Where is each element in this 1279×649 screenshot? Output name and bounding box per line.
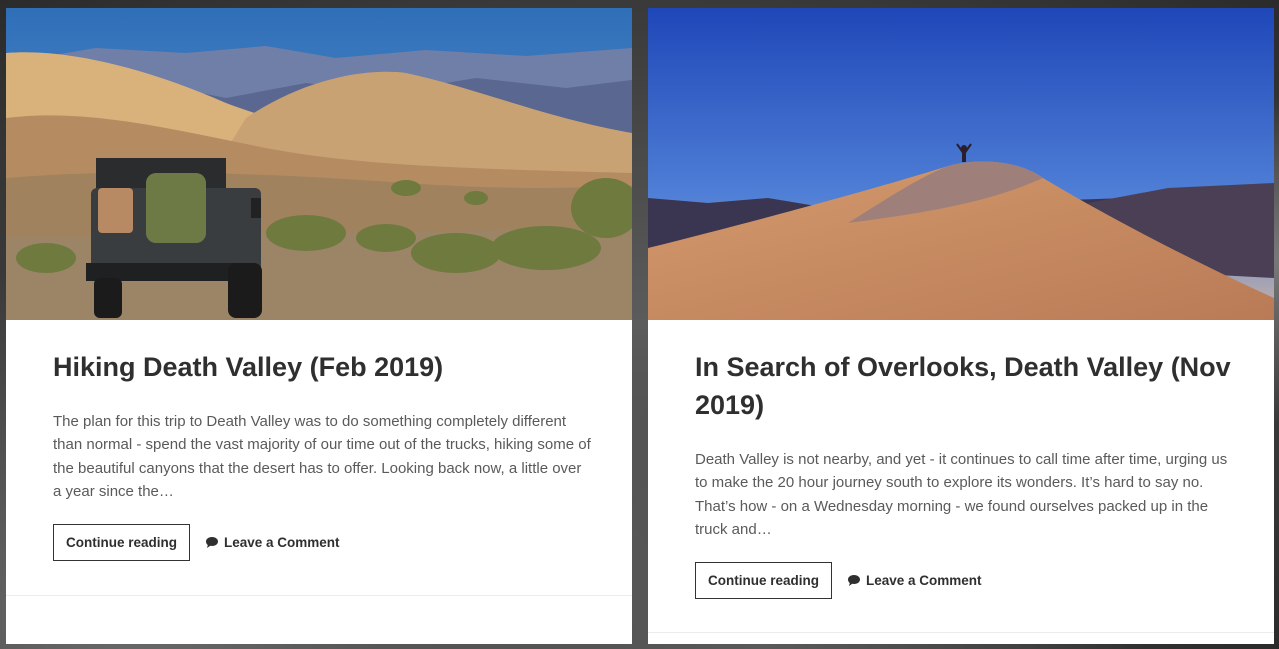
post-thumbnail-sand-dune[interactable]: [648, 8, 1274, 320]
leave-comment-link[interactable]: Leave a Comment: [205, 535, 340, 550]
post-actions: Continue reading Leave a Comment: [695, 562, 1234, 600]
speech-bubble-icon: [847, 574, 861, 587]
card-divider: [648, 632, 1274, 633]
post-thumbnail-truck-desert[interactable]: [6, 8, 632, 320]
leave-comment-link[interactable]: Leave a Comment: [847, 573, 982, 588]
post-actions: Continue reading Leave a Comment: [53, 524, 592, 562]
leave-comment-label: Leave a Comment: [866, 573, 982, 589]
continue-reading-button[interactable]: Continue reading: [53, 524, 190, 562]
post-excerpt: The plan for this trip to Death Valley w…: [53, 413, 591, 500]
post-title[interactable]: Hiking Death Valley (Feb 2019): [53, 348, 592, 386]
continue-reading-button[interactable]: Continue reading: [695, 562, 832, 600]
post-content: In Search of Overlooks, Death Valley (No…: [695, 320, 1234, 600]
post-content: Hiking Death Valley (Feb 2019) The plan …: [53, 320, 592, 562]
post-excerpt: Death Valley is not nearby, and yet - it…: [695, 451, 1228, 538]
leave-comment-label: Leave a Comment: [224, 535, 340, 551]
post-title[interactable]: In Search of Overlooks, Death Valley (No…: [695, 348, 1234, 424]
speech-bubble-icon: [205, 536, 219, 549]
card-divider: [6, 595, 632, 596]
post-card-hiking-death-valley: Hiking Death Valley (Feb 2019) The plan …: [6, 8, 632, 644]
post-card-overlooks-death-valley: In Search of Overlooks, Death Valley (No…: [648, 8, 1274, 644]
